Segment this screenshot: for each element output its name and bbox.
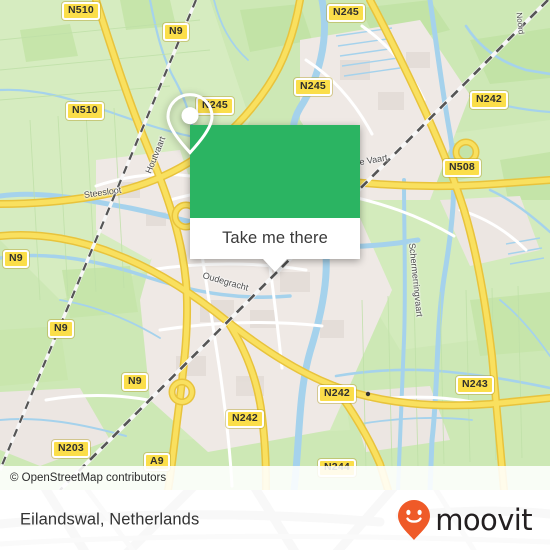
road-shield-n242: N242 [470,91,508,109]
road-shield-n9: N9 [48,320,74,338]
osm-attribution-bar: © OpenStreetMap contributors [0,466,550,490]
moovit-smile-pin-icon [398,500,431,540]
road-shield-n245: N245 [294,78,332,96]
road-shield-n243: N243 [456,376,494,394]
road-shield-n9: N9 [3,250,29,268]
poi-dot [365,391,371,397]
location-pin-icon [166,93,214,155]
road-shield-n9: N9 [122,373,148,391]
callout-header [166,93,360,218]
road-shield-n510: N510 [62,2,100,20]
take-me-there-callout[interactable]: Take me there [166,93,360,272]
road-shield-n9: N9 [163,23,189,41]
screenshot-root: Steesloot Houtvaart Oudegracht se Vaart Sche… [0,0,550,550]
road-shield-n242: N242 [318,385,356,403]
road-shield-n508: N508 [443,159,481,177]
road-shield-n245: N245 [327,4,365,22]
callout-action-bar[interactable]: Take me there [190,218,360,259]
map-canvas[interactable]: Steesloot Houtvaart Oudegracht se Vaart Sche… [0,0,550,490]
road-shield-n242: N242 [226,410,264,428]
osm-attribution-text: © OpenStreetMap contributors [10,472,167,484]
moovit-wordmark: moovit [435,503,532,537]
footer-bar: Eilandswal, Netherlands moovit [0,490,550,550]
road-shield-n510: N510 [66,102,104,120]
moovit-brand[interactable]: moovit [397,499,533,541]
page-title: Eilandswal, Netherlands [20,510,200,529]
callout-tail [263,259,287,272]
road-shield-n203: N203 [52,440,90,458]
take-me-there-label: Take me there [222,229,328,247]
